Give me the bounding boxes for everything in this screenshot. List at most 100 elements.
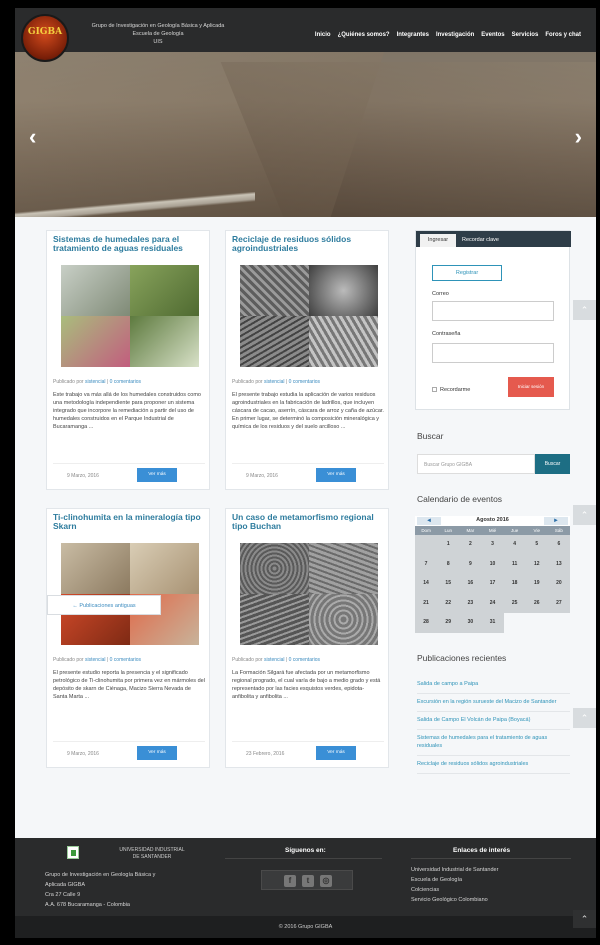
divider	[411, 858, 571, 859]
search-button[interactable]: Buscar	[535, 454, 570, 474]
twitter-icon[interactable]: t	[302, 875, 314, 887]
recent-post-link[interactable]: Excursión en la región surueste del Maci…	[417, 694, 570, 712]
post-comments-link[interactable]: 0 comentarios	[110, 657, 141, 663]
facebook-icon[interactable]: f	[284, 875, 296, 887]
nav-item-investigacion[interactable]: Investigación	[436, 32, 474, 38]
read-more-button[interactable]: Ver más	[137, 468, 177, 482]
calendar-day[interactable]: 26	[525, 593, 548, 613]
calendar-day[interactable]: 8	[437, 554, 460, 574]
post-card: Un caso de metamorfismo regional tipo Bu…	[225, 508, 389, 768]
tab-login[interactable]: Ingresar	[420, 234, 456, 247]
nav-item-foros[interactable]: Foros y chat	[545, 32, 581, 38]
calendar-day[interactable]: 29	[437, 613, 460, 633]
recent-post-link[interactable]: Salida de Campo El Volcán de Paipa (Boya…	[417, 712, 570, 730]
email-field[interactable]	[432, 301, 554, 321]
post-comments-link[interactable]: 0 comentarios	[110, 379, 141, 385]
post-title[interactable]: Reciclaje de residuos sólidos agroindust…	[232, 235, 387, 253]
calendar-day[interactable]: 1	[437, 535, 460, 555]
weekday-label: Jue	[511, 528, 519, 533]
calendar-day[interactable]: 23	[459, 593, 482, 613]
login-button[interactable]: Iniciar sesión	[508, 377, 554, 397]
nav-item-eventos[interactable]: Eventos	[481, 32, 504, 38]
calendar-day[interactable]: 2	[459, 535, 482, 555]
calendar-day[interactable]: 18	[503, 574, 526, 594]
calendar-next-icon[interactable]: ►	[544, 517, 568, 525]
calendar-day[interactable]: 21	[415, 593, 438, 613]
recent-post-link[interactable]: Salida de campo a Paipa	[417, 676, 570, 694]
nav-item-inicio[interactable]: Inicio	[315, 32, 331, 38]
instagram-icon[interactable]: ◎	[320, 875, 332, 887]
calendar-day[interactable]: 28	[415, 613, 438, 633]
recent-post-link[interactable]: Sistemas de humedales para el tratamient…	[417, 730, 570, 756]
slider-next-icon[interactable]: ›	[575, 124, 582, 150]
recent-post-link[interactable]: Reciclaje de residuos sólidos agroindust…	[417, 756, 570, 774]
post-image[interactable]	[61, 265, 199, 367]
calendar-day[interactable]: 9	[459, 554, 482, 574]
slider-prev-icon[interactable]: ‹	[29, 124, 36, 150]
calendar-day[interactable]: 3	[481, 535, 504, 555]
calendar-day[interactable]: 10	[481, 554, 504, 574]
post-image[interactable]	[240, 265, 378, 367]
post-title[interactable]: Un caso de metamorfismo regional tipo Bu…	[232, 513, 387, 531]
scroll-up-button[interactable]: ⌃	[573, 708, 596, 728]
register-button[interactable]: Registrar	[432, 265, 502, 281]
footer-link[interactable]: Universidad Industrial de Santander	[411, 865, 581, 875]
post-date: 9 Marzo, 2016	[246, 473, 278, 479]
password-field[interactable]	[432, 343, 554, 363]
older-posts-button[interactable]: ← Publicaciones antiguas	[47, 595, 161, 615]
calendar-day[interactable]: 30	[459, 613, 482, 633]
calendar-day[interactable]: 17	[481, 574, 504, 594]
calendar-day[interactable]: 12	[525, 554, 548, 574]
calendar-day[interactable]: 13	[547, 554, 570, 574]
back-to-top-button[interactable]: ⌃	[573, 910, 596, 928]
footer-link[interactable]: Servicio Geológico Colombiano	[411, 895, 581, 905]
post-title[interactable]: Sistemas de humedales para el tratamient…	[53, 235, 208, 253]
tab-recover-password[interactable]: Recordar clave	[462, 234, 499, 247]
nav-item-servicios[interactable]: Servicios	[512, 32, 539, 38]
remember-me-checkbox[interactable]: Recordarme	[432, 387, 470, 393]
calendar-day[interactable]: 16	[459, 574, 482, 594]
footer-link[interactable]: Escuela de Geología	[411, 875, 581, 885]
nav-item-integrantes[interactable]: Integrantes	[397, 32, 429, 38]
calendar-day[interactable]: 19	[525, 574, 548, 594]
calendar-day[interactable]: 7	[415, 554, 438, 574]
calendar-day[interactable]: 22	[437, 593, 460, 613]
checkbox-icon[interactable]	[432, 387, 437, 393]
calendar-day[interactable]: 6	[547, 535, 570, 555]
post-author-link[interactable]: sistencial	[85, 379, 106, 385]
calendar-empty-cell	[526, 613, 548, 633]
post-comments-link[interactable]: 0 comentarios	[289, 657, 320, 663]
calendar-day[interactable]: 5	[525, 535, 548, 555]
read-more-button[interactable]: Ver más	[316, 468, 356, 482]
links-heading: Enlaces de interés	[453, 847, 511, 854]
post-title[interactable]: Ti-clinohumita en la mineralogía tipo Sk…	[53, 513, 208, 531]
calendar-day[interactable]: 24	[481, 593, 504, 613]
hero-slider: ‹ ›	[15, 52, 596, 217]
read-more-button[interactable]: Ver más	[316, 746, 356, 760]
post-author-link[interactable]: sistencial	[85, 657, 106, 663]
post-comments-link[interactable]: 0 comentarios	[289, 379, 320, 385]
post-image[interactable]	[240, 543, 378, 645]
calendar-day[interactable]: 31	[481, 613, 504, 633]
calendar-day[interactable]: 14	[415, 574, 438, 594]
calendar-day[interactable]: 4	[503, 535, 526, 555]
site-footer: UNIVERSIDAD INDUSTRIAL DE SANTANDER Grup…	[15, 838, 596, 916]
calendar-day[interactable]: 25	[503, 593, 526, 613]
nav-item-quienes-somos[interactable]: ¿Quiénes somos?	[338, 32, 390, 38]
post-author-link[interactable]: sistencial	[264, 657, 285, 663]
post-author-link[interactable]: sistencial	[264, 379, 285, 385]
calendar-day[interactable]: 20	[547, 574, 570, 594]
recent-posts-list: Salida de campo a Paipa Excursión en la …	[417, 676, 570, 774]
site-header: Grupo de Investigación en Geología Básic…	[15, 8, 596, 52]
read-more-button[interactable]: Ver más	[137, 746, 177, 760]
calendar-day[interactable]: 11	[503, 554, 526, 574]
main-nav: Inicio ¿Quiénes somos? Integrantes Inves…	[315, 32, 581, 38]
footer-link[interactable]: Colciencias	[411, 885, 581, 895]
calendar-day[interactable]: 15	[437, 574, 460, 594]
search-input[interactable]: Buscar Grupo GIGBA	[417, 454, 535, 474]
scroll-up-button[interactable]: ⌃	[573, 505, 596, 525]
scroll-up-button[interactable]: ⌃	[573, 300, 596, 320]
calendar-day[interactable]: 27	[547, 593, 570, 613]
site-logo[interactable]: GIGBA	[21, 14, 69, 62]
post-image[interactable]	[61, 543, 199, 645]
